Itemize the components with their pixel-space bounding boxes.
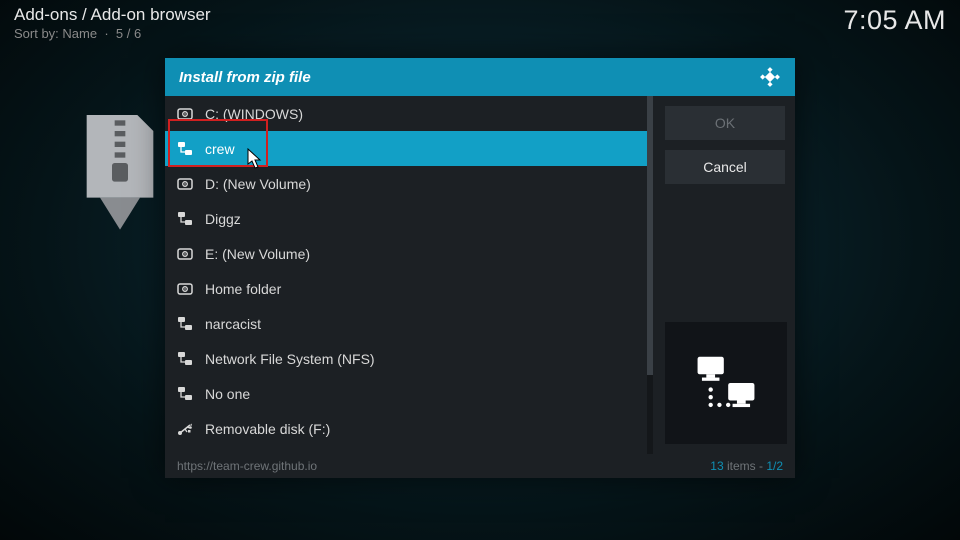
dialog-title: Install from zip file <box>179 69 311 86</box>
preview-thumbnail <box>665 322 787 444</box>
footer-path: https://team-crew.github.io <box>177 459 317 473</box>
list-item-label: No one <box>205 386 250 402</box>
list-item-label: crew <box>205 141 235 157</box>
list-item[interactable]: No one <box>165 376 647 411</box>
list-item-label: Removable disk (F:) <box>205 421 330 437</box>
list-item-label: Diggz <box>205 211 241 227</box>
sort-line: Sort by: Name · 5 / 6 <box>14 26 211 41</box>
breadcrumb: Add-ons / Add-on browser <box>14 5 211 25</box>
list-item-label: Home folder <box>205 281 281 297</box>
list-item[interactable]: C: (WINDOWS) <box>165 96 647 131</box>
drive-icon <box>177 176 193 192</box>
dialog-header: Install from zip file <box>165 58 795 96</box>
network-icon <box>177 141 193 157</box>
footer-count: 13 items - 1/2 <box>710 459 783 473</box>
list-item[interactable]: crew <box>165 131 647 166</box>
usb-icon <box>177 421 193 437</box>
ok-button[interactable]: OK <box>665 106 785 140</box>
drive-icon <box>177 281 193 297</box>
kodi-logo-icon <box>759 66 781 88</box>
drive-icon <box>177 106 193 122</box>
drive-icon <box>177 246 193 262</box>
list-item-label: Network File System (NFS) <box>205 351 375 367</box>
cancel-button[interactable]: Cancel <box>665 150 785 184</box>
install-zip-dialog: Install from zip file C: (WINDOWS) crew D:… <box>165 58 795 478</box>
list-item[interactable]: Removable disk (F:) <box>165 411 647 446</box>
network-icon <box>177 211 193 227</box>
list-item-label: C: (WINDOWS) <box>205 106 303 122</box>
list-item[interactable]: Diggz <box>165 201 647 236</box>
list-item-label: E: (New Volume) <box>205 246 310 262</box>
file-list[interactable]: C: (WINDOWS) crew D: (New Volume) Diggz E: (… <box>165 96 647 454</box>
list-item-label: narcacist <box>205 316 261 332</box>
list-item[interactable]: D: (New Volume) <box>165 166 647 201</box>
zip-file-icon <box>80 115 160 235</box>
list-item[interactable]: Network File System (NFS) <box>165 341 647 376</box>
network-icon <box>177 351 193 367</box>
scrollbar-thumb[interactable] <box>647 96 653 375</box>
list-item[interactable]: narcacist <box>165 306 647 341</box>
network-icon <box>177 316 193 332</box>
clock: 7:05 AM <box>843 5 946 36</box>
list-item[interactable]: E: (New Volume) <box>165 236 647 271</box>
network-icon <box>177 386 193 402</box>
list-item-label: D: (New Volume) <box>205 176 311 192</box>
network-share-icon <box>691 348 761 418</box>
scrollbar[interactable] <box>647 96 653 454</box>
list-item[interactable]: Home folder <box>165 271 647 306</box>
